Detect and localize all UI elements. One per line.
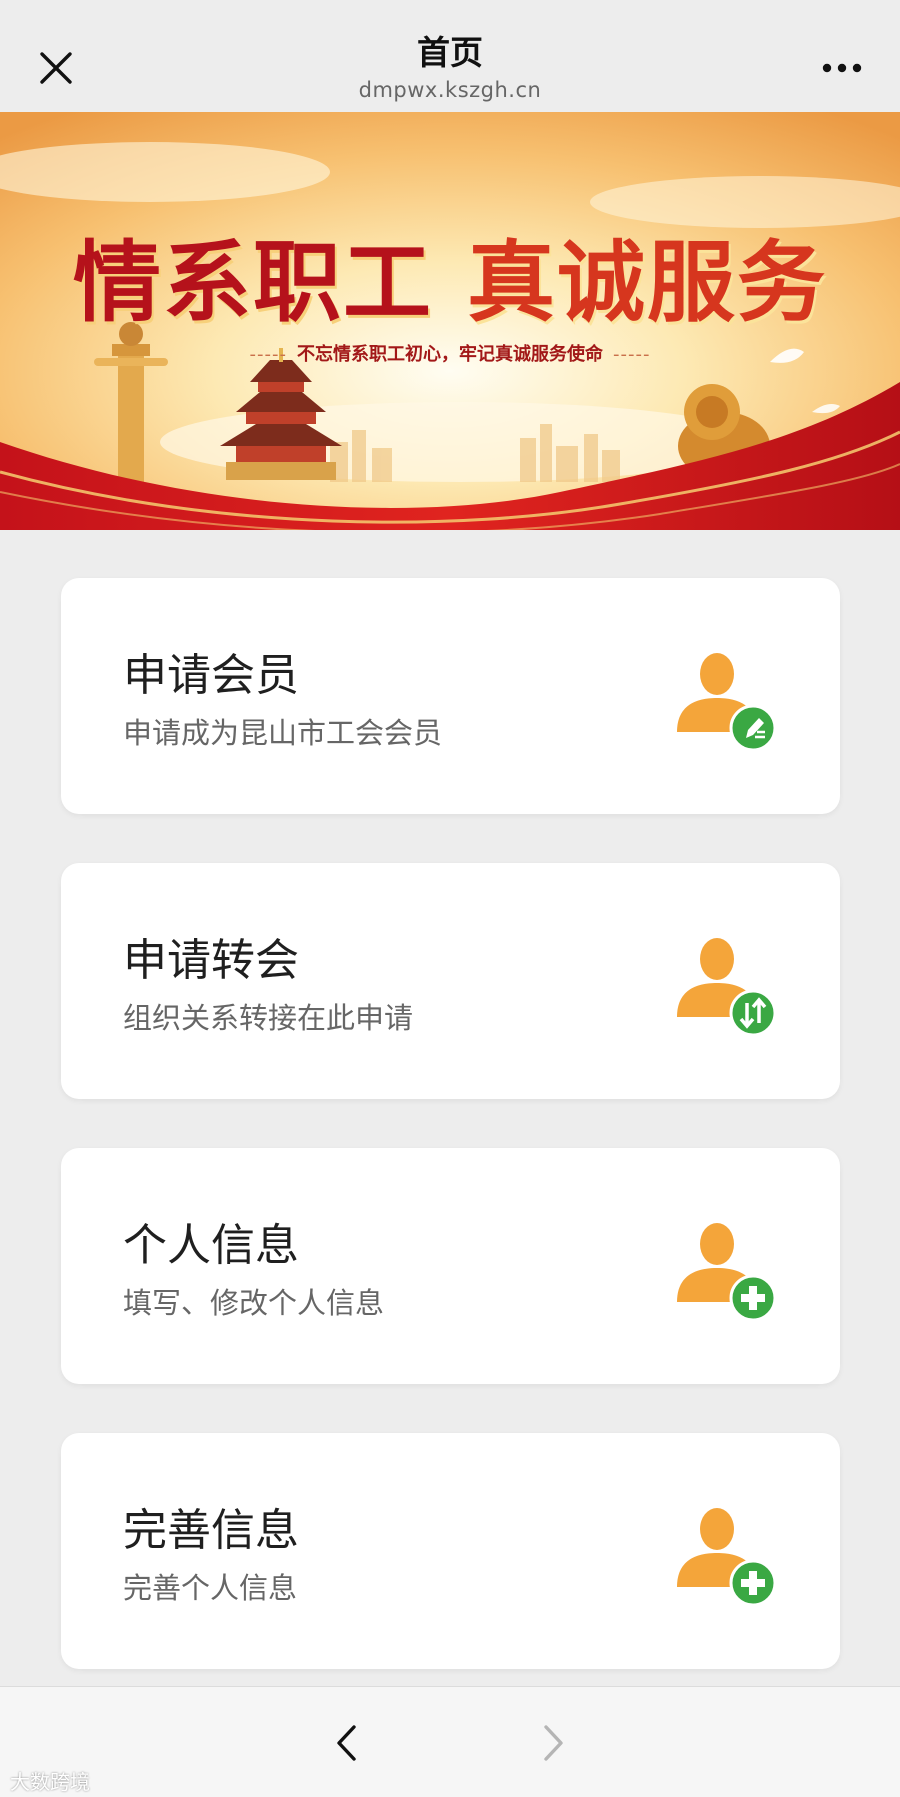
user-edit-icon: [671, 646, 783, 758]
card-description: 完善个人信息: [123, 1571, 298, 1605]
complete-info-card[interactable]: 完善信息 完善个人信息: [61, 1433, 840, 1669]
banner-slogan: ----- 不忘情系职工初心，牢记真诚服务使命 -----: [0, 340, 900, 366]
chevron-left-icon[interactable]: [330, 1721, 364, 1765]
user-transfer-icon: [671, 931, 783, 1043]
banner-image[interactable]: 情系职工 真诚服务 ----- 不忘情系职工初心，牢记真诚服务使命 -----: [0, 112, 900, 530]
card-title: 申请转会: [123, 935, 299, 986]
slogan-dash-right: -----: [613, 344, 651, 365]
apply-transfer-card[interactable]: 申请转会 组织关系转接在此申请: [61, 863, 840, 1099]
card-description: 申请成为昆山市工会会员: [123, 716, 443, 750]
card-description: 填写、修改个人信息: [123, 1286, 385, 1320]
page-title: 首页: [417, 33, 483, 72]
banner-headline-part1: 情系职工: [72, 230, 433, 334]
apply-membership-card[interactable]: 申请会员 申请成为昆山市工会会员: [61, 578, 840, 814]
banner-slogan-text: 不忘情系职工初心，牢记真诚服务使命: [297, 344, 603, 365]
card-title: 申请会员: [123, 650, 299, 701]
card-description: 组织关系转接在此申请: [123, 1001, 414, 1035]
personal-info-card[interactable]: 个人信息 填写、修改个人信息: [61, 1148, 840, 1384]
banner-headline-part2: 真诚服务: [467, 230, 828, 334]
chevron-right-icon[interactable]: [536, 1721, 570, 1765]
top-navigation-bar: 首页 dmpwx.kszgh.cn: [0, 0, 900, 112]
watermark-text: 大数跨境: [10, 1770, 90, 1794]
user-add-icon: [671, 1501, 783, 1613]
banner-headline: 情系职工 真诚服务: [0, 212, 900, 339]
card-title: 完善信息: [123, 1505, 299, 1556]
more-horizontal-icon[interactable]: [820, 56, 864, 80]
bottom-navigation-bar: [0, 1686, 900, 1797]
user-add-icon: [671, 1216, 783, 1328]
page-url: dmpwx.kszgh.cn: [358, 78, 542, 102]
slogan-dash-left: -----: [249, 344, 287, 365]
card-title: 个人信息: [123, 1220, 299, 1271]
page-title-block: 首页 dmpwx.kszgh.cn: [0, 32, 900, 104]
